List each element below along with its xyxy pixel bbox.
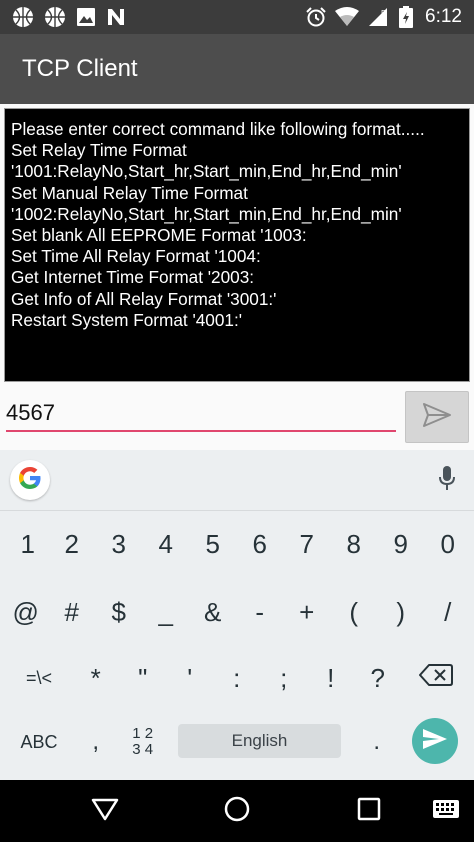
key-dollar[interactable]: $ [95, 580, 142, 644]
backspace-icon [419, 663, 453, 694]
google-g-icon [17, 465, 43, 496]
key-2[interactable]: 2 [48, 512, 95, 576]
console-line: Set blank All EEPROME Format '1003: [11, 225, 307, 246]
soft-keyboard: 1 2 3 4 5 6 7 8 9 0 @ # $ _ & - + ( ) / … [0, 450, 474, 780]
roaming-indicator: R [381, 9, 387, 18]
key-row-symbols: @ # $ _ & - + ( ) / [0, 580, 474, 644]
space-key[interactable]: English [178, 724, 341, 758]
home-icon [223, 795, 251, 828]
back-button[interactable] [75, 780, 135, 842]
notification-icons [0, 6, 126, 28]
key-3[interactable]: 3 [95, 512, 142, 576]
system-icons: R 6:12 [305, 6, 474, 28]
key-8[interactable]: 8 [330, 512, 377, 576]
key-0[interactable]: 0 [424, 512, 471, 576]
key-row-bottom: ABC , 1 2 3 4 English . [0, 710, 474, 774]
home-button[interactable] [207, 780, 267, 842]
key-comma[interactable]: , [72, 710, 119, 774]
battery-icon [399, 6, 414, 28]
key-1[interactable]: 1 [4, 512, 51, 576]
key-6[interactable]: 6 [236, 512, 283, 576]
back-icon [91, 797, 119, 826]
send-icon [422, 402, 452, 433]
key-5[interactable]: 5 [189, 512, 236, 576]
key-slash[interactable]: / [424, 580, 471, 644]
key-exclamation[interactable]: ! [307, 646, 354, 710]
keyboard-switch-button[interactable] [418, 780, 474, 842]
navigation-bar [0, 780, 474, 842]
abc-key[interactable]: ABC [12, 710, 66, 774]
console-line: Please enter correct command like follow… [11, 119, 425, 139]
backspace-key[interactable] [408, 646, 464, 710]
key-4[interactable]: 4 [142, 512, 189, 576]
key-at[interactable]: @ [2, 580, 49, 644]
console-line: Get Internet Time Format '2003: [11, 267, 255, 288]
key-minus[interactable]: - [236, 580, 283, 644]
console-line: Set Manual Relay Time Format [11, 182, 248, 203]
status-time: 6:12 [425, 6, 462, 27]
send-icon [422, 728, 448, 755]
console-line: '1001:RelayNo,Start_hr,Start_min,End_hr,… [11, 161, 402, 182]
status-bar: R 6:12 [0, 0, 474, 34]
key-plus[interactable]: + [283, 580, 330, 644]
key-row-digits: 1 2 3 4 5 6 7 8 9 0 [0, 512, 474, 576]
send-button[interactable] [405, 391, 469, 443]
numpad-top: 1 2 [132, 725, 154, 742]
mic-icon [438, 465, 456, 496]
keyboard-divider [0, 510, 474, 511]
image-icon [76, 7, 96, 27]
key-colon[interactable]: : [213, 646, 260, 710]
key-semicolon[interactable]: ; [260, 646, 307, 710]
console-output: Please enter correct command like follow… [4, 108, 470, 382]
keyboard-switch-icon [432, 799, 460, 824]
key-more-symbols[interactable]: =\< [12, 646, 66, 710]
n-icon [106, 7, 126, 27]
key-row-more-symbols: =\< * " ' : ; ! ? [0, 646, 474, 710]
voice-input-button[interactable] [432, 464, 462, 496]
key-hash[interactable]: # [48, 580, 95, 644]
console-line: '1002:RelayNo,Start_hr,Start_min,End_hr,… [11, 203, 402, 224]
key-asterisk[interactable]: * [72, 646, 119, 710]
key-9[interactable]: 9 [377, 512, 424, 576]
key-question[interactable]: ? [354, 646, 401, 710]
console-line: Restart System Format '4001:' [11, 309, 243, 330]
command-input[interactable] [6, 396, 396, 432]
key-7[interactable]: 7 [283, 512, 330, 576]
app-bar: TCP Client [0, 34, 474, 104]
app-title: TCP Client [22, 55, 138, 82]
basketball-icon [12, 6, 34, 28]
numpad-key[interactable]: 1 2 3 4 [119, 710, 166, 774]
key-ampersand[interactable]: & [189, 580, 236, 644]
google-search-button[interactable] [10, 460, 50, 500]
key-single-quote[interactable]: ' [166, 646, 213, 710]
console-line: Get Info of All Relay Format '3001:' [11, 288, 277, 309]
cell-signal-icon: R [367, 7, 391, 27]
key-double-quote[interactable]: " [119, 646, 166, 710]
console-line: Set Relay Time Format [11, 140, 187, 161]
key-period[interactable]: . [353, 710, 400, 774]
enter-key[interactable] [412, 718, 458, 764]
wifi-icon [335, 7, 360, 27]
key-underscore[interactable]: _ [142, 580, 189, 644]
basketball-icon [44, 6, 66, 28]
alarm-icon [305, 6, 327, 28]
command-input-row [0, 386, 474, 448]
numpad-bottom: 3 4 [132, 741, 154, 758]
key-close-paren[interactable]: ) [377, 580, 424, 644]
recents-button[interactable] [339, 780, 399, 842]
key-open-paren[interactable]: ( [330, 580, 377, 644]
console-line: Set Time All Relay Format '1004: [11, 246, 261, 267]
recents-icon [357, 797, 381, 826]
